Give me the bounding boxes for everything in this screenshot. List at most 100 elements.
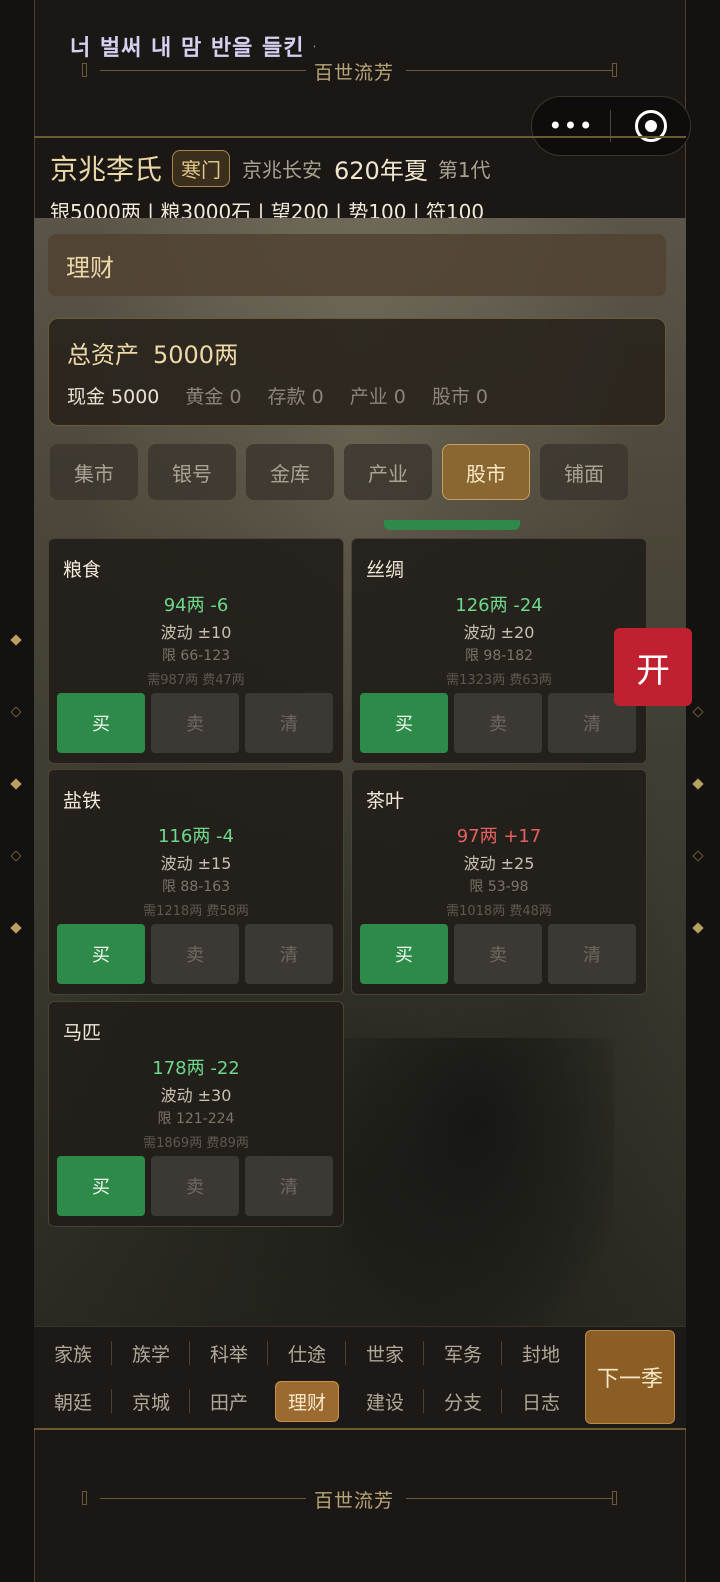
total-assets-label: 总资产 [67,341,139,369]
stock-card-salt-iron: 盐铁 116两 -4 波动 ±15 限 88-163 需1218两 费58两 买… [48,769,344,995]
open-float-button[interactable]: 开 [614,628,692,706]
nav-item-family[interactable]: 家族 [34,1333,112,1373]
asset-gold: 黄金 0 [185,386,242,408]
buy-button[interactable]: 买 [360,924,448,984]
buy-button[interactable]: 买 [57,924,145,984]
sell-button[interactable]: 卖 [151,693,239,753]
tab-industry[interactable]: 产业 [344,444,432,500]
stock-price: 97两 +17 [456,826,542,847]
clear-button[interactable]: 清 [245,693,333,753]
stock-card-horse: 马匹 178两 -22 波动 ±30 限 121-224 需1869两 费89两… [48,1001,344,1227]
stock-volatility: 波动 ±15 [160,854,232,873]
nav-item-finance[interactable]: 理财 [268,1380,346,1422]
stock-fee: 需1323两 费63两 [446,673,552,688]
nav-label: 田产 [209,1391,248,1414]
side-diamond-left [10,634,22,646]
side-diamond-right [692,706,704,718]
nav-label: 家族 [53,1343,92,1366]
stock-limit: 限 66-123 [161,648,231,664]
nav-label: 封地 [521,1343,560,1366]
nav-label: 科举 [209,1343,248,1366]
nav-item-school[interactable]: 族学 [112,1333,190,1373]
nav-item-exam[interactable]: 科举 [190,1333,268,1373]
stock-volatility: 波动 ±10 [160,623,232,642]
nav-label: 分支 [443,1391,482,1414]
nav-item-military[interactable]: 军务 [424,1333,502,1373]
nav-label: 军务 [443,1343,482,1366]
nav-item-clans[interactable]: 世家 [346,1333,424,1373]
nav-item-capital[interactable]: 京城 [112,1381,190,1421]
frame-line-right-top [406,70,612,71]
rank-badge: 寒门 [172,149,231,187]
side-diamond-right [692,778,704,790]
stock-fee: 需987两 费47两 [147,673,245,688]
nav-item-career[interactable]: 仕途 [268,1333,346,1373]
sell-button[interactable]: 卖 [454,924,542,984]
buy-button[interactable]: 买 [360,693,448,753]
header-divider [34,136,686,138]
side-diamond-left [10,922,22,934]
stock-card-grain: 粮食 94两 -6 波动 ±10 限 66-123 需987两 费47两 买 卖… [48,538,344,764]
side-diamond-left [10,706,22,718]
trade-buttons: 买 卖 清 [360,924,642,984]
sell-button[interactable]: 卖 [454,693,542,753]
stock-fee: 需1869两 费89两 [143,1136,249,1151]
nav-item-fief[interactable]: 封地 [502,1333,580,1373]
family-header: 京兆李氏 寒门 京兆长安 620年夏 第1代 [50,148,491,188]
stock-name: 茶叶 [366,790,405,812]
clear-button[interactable]: 清 [548,924,636,984]
next-season-button[interactable]: 下一季 [585,1330,675,1424]
nav-label: 世家 [365,1343,404,1366]
stock-fee: 需1018两 费48两 [446,904,552,919]
trade-buttons: 买 卖 清 [360,693,642,753]
trade-buttons: 买 卖 清 [57,693,339,753]
finance-tabs: 集市 银号 金库 产业 股市 铺面 [50,444,638,500]
side-diamond-left [10,850,22,862]
nav-item-court[interactable]: 朝廷 [34,1381,112,1421]
frame-cap-right-top [612,63,617,77]
tab-indicator [384,520,520,530]
buy-button[interactable]: 买 [57,693,145,753]
nav-row-2: 朝廷 京城 田产 理财 建设 分支 日志 [34,1380,580,1422]
panel-title: 理财 [48,234,666,296]
clear-button[interactable]: 清 [245,924,333,984]
asset-industry: 产业 0 [349,386,406,408]
tab-stock[interactable]: 股市 [442,444,530,500]
sell-button[interactable]: 卖 [151,1156,239,1216]
year-label: 620年夏 [334,156,428,185]
tab-market[interactable]: 集市 [50,444,138,500]
side-diamond-right [692,850,704,862]
stock-name: 马匹 [63,1022,102,1044]
nav-label: 仕途 [287,1343,326,1366]
nav-item-log[interactable]: 日志 [502,1381,580,1421]
side-diamond-left [10,778,22,790]
nav-item-farmland[interactable]: 田产 [190,1381,268,1421]
stock-name: 粮食 [63,559,102,581]
tab-shop[interactable]: 铺面 [540,444,628,500]
stock-card-silk: 丝绸 126两 -24 波动 ±20 限 98-182 需1323两 费63两 … [351,538,647,764]
frame-cap-left-top [82,63,87,77]
miniprogram-capsule: ••• [531,96,691,156]
nav-item-branch[interactable]: 分支 [424,1381,502,1421]
stock-card-tea: 茶叶 97两 +17 波动 ±25 限 53-98 需1018两 费48两 买 … [351,769,647,995]
tab-bank[interactable]: 银号 [148,444,236,500]
tab-vault[interactable]: 金库 [246,444,334,500]
asset-cash: 现金 5000 [67,386,160,408]
asset-stock: 股市 0 [431,386,488,408]
frame-cap-left-bottom [82,1491,87,1505]
total-assets: 总资产 5000两 [67,335,647,370]
sell-button[interactable]: 卖 [151,924,239,984]
stock-limit: 限 53-98 [469,879,529,895]
frame-title-bottom: 百世流芳 [314,1490,395,1512]
buy-button[interactable]: 买 [57,1156,145,1216]
stock-price: 94两 -6 [163,595,229,616]
frame-cap-right-bottom [612,1491,617,1505]
asset-summary: 总资产 5000两 现金 5000 黄金 0 存款 0 产业 0 股市 0 [48,318,666,426]
clear-button[interactable]: 清 [245,1156,333,1216]
trade-buttons: 买 卖 清 [57,1156,339,1216]
stock-name: 盐铁 [63,790,102,812]
nav-item-build[interactable]: 建设 [346,1381,424,1421]
stock-price: 116两 -4 [157,826,235,847]
stock-price: 178两 -22 [152,1058,240,1079]
nav-label: 日志 [521,1391,560,1414]
